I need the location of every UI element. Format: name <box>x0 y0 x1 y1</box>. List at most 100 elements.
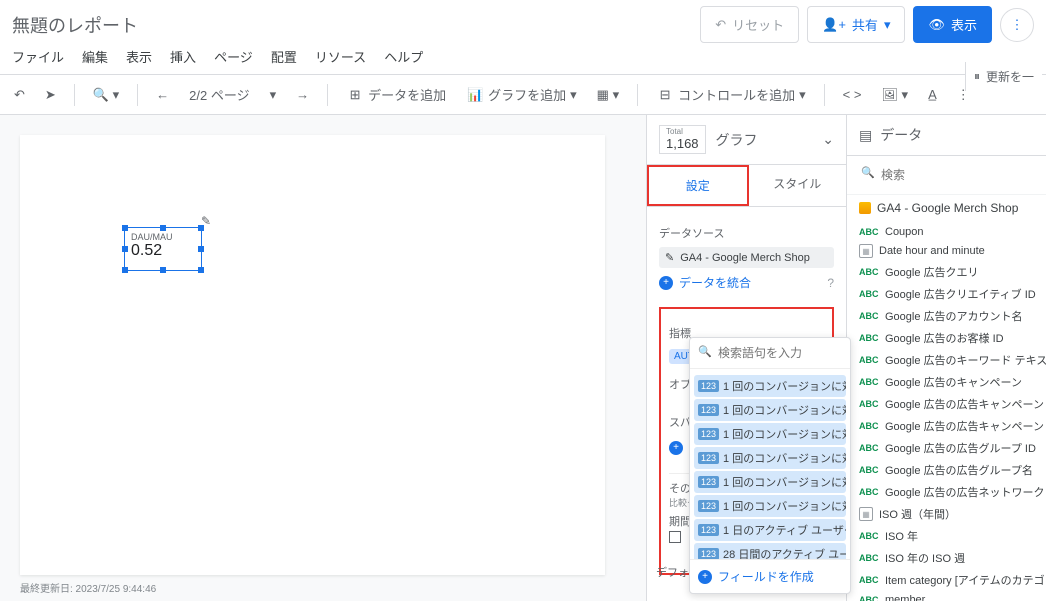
data-source-row[interactable]: GA4 - Google Merch Shop <box>847 195 1046 221</box>
menu-help[interactable]: ヘルプ <box>384 47 423 66</box>
field-row[interactable]: ABCGoogle 広告の広告グループ ID <box>847 437 1046 459</box>
field-row[interactable]: ABCGoogle 広告のキーワード テキスト <box>847 349 1046 371</box>
canvas[interactable]: ✎ DAU/MAU 0.52 最終更新日: 2023/7/25 9:44:46 <box>0 115 646 601</box>
type-badge-123: 123 <box>698 476 719 488</box>
metric-search-input[interactable] <box>690 338 850 368</box>
plus-icon[interactable]: + <box>669 441 683 455</box>
type-badge-123: 123 <box>698 548 719 559</box>
plus-icon: + <box>698 570 712 584</box>
metric-option[interactable]: 1231 回のコンバージョンに対... <box>694 495 846 517</box>
last-updated: 最終更新日: 2023/7/25 9:44:46 <box>20 580 156 595</box>
menu-insert[interactable]: 挿入 <box>170 47 196 66</box>
metric-option[interactable]: 12328 日間のアクティブ ユー... <box>694 543 846 559</box>
field-row[interactable]: ABCGoogle 広告の広告キャンペーン ID <box>847 393 1046 415</box>
metric-option[interactable]: 1231 回のコンバージョンに対... <box>694 375 846 397</box>
field-row[interactable]: ▦Date hour and minute <box>847 241 1046 261</box>
add-data-button[interactable]: ⊞データを追加 <box>340 81 452 108</box>
field-row[interactable]: ABCItem category [アイテムのカテゴリ] <box>847 569 1046 591</box>
abc-badge: ABC <box>859 443 879 453</box>
chevron-down-icon: ⌄ <box>822 131 834 148</box>
menu-file[interactable]: ファイル <box>12 47 64 66</box>
image-button[interactable]: 🖼 ▾ <box>875 83 914 107</box>
chart-icon: 📊 <box>466 86 484 104</box>
menu-arrange[interactable]: 配置 <box>271 47 297 66</box>
add-control-button[interactable]: ⊟コントロールを追加 ▾ <box>650 81 812 108</box>
abc-badge: ABC <box>859 267 879 277</box>
menu-edit[interactable]: 編集 <box>82 47 108 66</box>
field-row[interactable]: ABCmember <box>847 591 1046 601</box>
menu-page[interactable]: ページ <box>214 47 253 66</box>
calendar-icon: ▦ <box>859 507 873 521</box>
field-row[interactable]: ABCGoogle 広告の広告ネットワーク タイ... <box>847 481 1046 503</box>
abc-badge: ABC <box>859 595 879 601</box>
field-row[interactable]: ABCGoogle 広告のアカウント名 <box>847 305 1046 327</box>
more-button[interactable]: ⋮ <box>1000 8 1034 42</box>
metric-option[interactable]: 1231 回のコンバージョンに対... <box>694 471 846 493</box>
metric-option[interactable]: 1231 回のコンバージョンに対... <box>694 423 846 445</box>
report-page[interactable]: ✎ DAU/MAU 0.52 <box>20 135 605 575</box>
community-viz-button[interactable]: ▦ ▾ <box>591 83 625 107</box>
data-icon: ▤ <box>859 127 872 144</box>
metric-option[interactable]: 1231 日のアクティブ ユーザー <box>694 519 846 541</box>
abc-badge: ABC <box>859 333 879 343</box>
field-row[interactable]: ABCGoogle 広告のキャンペーン <box>847 371 1046 393</box>
data-panel-title: データ <box>880 125 922 145</box>
share-button[interactable]: 👤+共有▾ <box>807 6 905 43</box>
pause-icon: ⏸ <box>974 69 980 84</box>
total-count: Total 1,168 <box>659 125 706 154</box>
metric-option[interactable]: 1231 回のコンバージョンに対... <box>694 399 846 421</box>
prev-page-button[interactable]: ← <box>150 83 175 106</box>
type-badge-123: 123 <box>698 524 719 536</box>
type-badge-123: 123 <box>698 380 719 392</box>
plus-icon: + <box>659 276 673 290</box>
undo-button[interactable]: ↶ <box>8 83 31 107</box>
reset-button[interactable]: ↶リセット <box>700 6 799 43</box>
menu-resource[interactable]: リソース <box>315 47 366 66</box>
analytics-icon <box>859 202 871 214</box>
abc-badge: ABC <box>859 399 879 409</box>
toolbar: ↶ ➤ 🔍 ▾ ← 2/2 ページ ▾ → ⊞データを追加 📊グラフを追加 ▾ … <box>0 74 1046 115</box>
type-badge-123: 123 <box>698 428 719 440</box>
field-row[interactable]: ▦ISO 週（年間） <box>847 503 1046 525</box>
text-button[interactable]: A̲ <box>922 83 943 106</box>
control-icon: ⊟ <box>656 86 674 104</box>
field-row[interactable]: ABCCoupon <box>847 223 1046 241</box>
field-row[interactable]: ABCISO 年の ISO 週 <box>847 547 1046 569</box>
tab-settings[interactable]: 設定 <box>647 165 749 206</box>
menu-view[interactable]: 表示 <box>126 47 152 66</box>
abc-badge: ABC <box>859 575 879 585</box>
field-search-input[interactable] <box>859 164 1034 186</box>
add-chart-button[interactable]: 📊グラフを追加 ▾ <box>460 81 583 108</box>
abc-badge: ABC <box>859 355 879 365</box>
view-button[interactable]: 👁表示 <box>913 6 992 43</box>
tab-style[interactable]: スタイル <box>749 165 847 206</box>
menubar: ファイル 編集 表示 挿入 ページ 配置 リソース ヘルプ <box>0 43 1046 74</box>
chart-type-dropdown[interactable]: グラフ⌄ <box>716 130 834 150</box>
abc-badge: ABC <box>859 465 879 475</box>
data-source-chip[interactable]: ✎GA4 - Google Merch Shop <box>659 247 834 268</box>
field-row[interactable]: ABCISO 年 <box>847 525 1046 547</box>
type-badge-123: 123 <box>698 500 719 512</box>
pointer-button[interactable]: ➤ <box>39 83 62 107</box>
checkbox[interactable] <box>669 531 681 543</box>
create-field-button[interactable]: +フィールドを作成 <box>690 559 850 593</box>
pause-updates-button[interactable]: ⏸更新を一 <box>965 62 1042 91</box>
report-title[interactable]: 無題のレポート <box>12 12 700 38</box>
embed-button[interactable]: < > <box>837 83 868 106</box>
page-indicator[interactable]: 2/2 ページ <box>183 81 255 108</box>
field-row[interactable]: ABCGoogle 広告クリエイティブ ID <box>847 283 1046 305</box>
help-icon[interactable]: ? <box>827 276 834 290</box>
abc-badge: ABC <box>859 227 879 237</box>
metric-search-popup: 1231 回のコンバージョンに対...1231 回のコンバージョンに対...12… <box>689 337 851 594</box>
blend-data-button[interactable]: +データを統合? <box>659 268 834 297</box>
field-row[interactable]: ABCGoogle 広告の広告グループ名 <box>847 459 1046 481</box>
metric-option[interactable]: 1231 回のコンバージョンに対... <box>694 447 846 469</box>
data-panel: ▤ データ GA4 - Google Merch Shop ABCCoupon▦D… <box>846 115 1046 601</box>
scorecard-selected[interactable]: ✎ DAU/MAU 0.52 <box>124 227 202 271</box>
field-row[interactable]: ABCGoogle 広告の広告キャンペーン タイプ <box>847 415 1046 437</box>
field-row[interactable]: ABCGoogle 広告のお客様 ID <box>847 327 1046 349</box>
zoom-button[interactable]: 🔍 ▾ <box>87 83 125 107</box>
field-row[interactable]: ABCGoogle 広告クエリ <box>847 261 1046 283</box>
next-page-button[interactable]: → <box>290 83 315 106</box>
abc-badge: ABC <box>859 487 879 497</box>
